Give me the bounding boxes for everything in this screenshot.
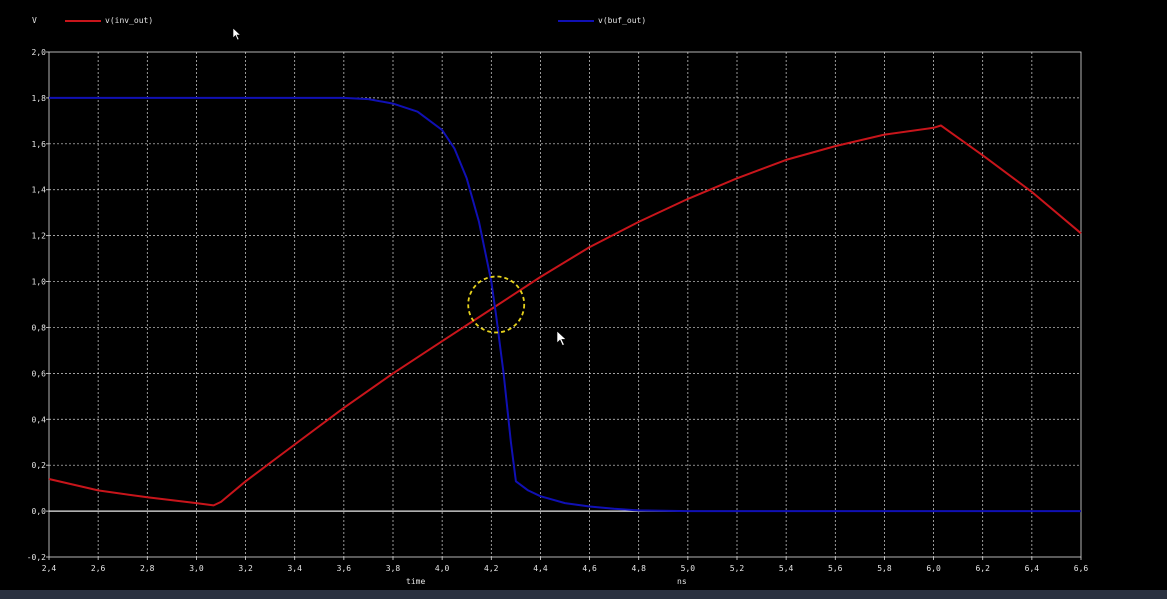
x-tick-label: 4,0 xyxy=(435,564,450,573)
legend-label-buf-out: v(buf_out) xyxy=(598,16,646,25)
y-tick-label: 0,2 xyxy=(32,461,47,470)
x-tick-label: 5,8 xyxy=(877,564,892,573)
x-tick-label: 6,6 xyxy=(1074,564,1089,573)
x-tick-label: 4,6 xyxy=(582,564,597,573)
highlight-circle xyxy=(467,275,526,334)
y-tick-label: 1,6 xyxy=(32,140,47,149)
y-tick-label: 0,6 xyxy=(32,369,47,378)
x-tick-label: 2,4 xyxy=(42,564,57,573)
legend-label-inv-out: v(inv_out) xyxy=(105,16,153,25)
x-tick-label: 4,8 xyxy=(631,564,646,573)
series xyxy=(48,96,1082,513)
bottom-bar xyxy=(0,590,1167,599)
x-tick-label: 4,2 xyxy=(484,564,499,573)
x-tick-label: 2,8 xyxy=(140,564,155,573)
series-line-v-inv-out xyxy=(48,124,1082,507)
legend: V v(inv_out) v(buf_out) xyxy=(32,16,646,25)
x-tick-label: 6,2 xyxy=(975,564,990,573)
y-tick-label: 0,0 xyxy=(32,507,47,516)
x-tick-label: 3,4 xyxy=(287,564,302,573)
x-tick-label: 3,8 xyxy=(386,564,401,573)
mouse-cursor-icon xyxy=(556,330,567,346)
y-tick-label: 0,4 xyxy=(32,415,47,424)
mouse-cursor-icon xyxy=(232,27,242,41)
y-tick-label: 1,2 xyxy=(32,232,47,241)
x-tick-label: 3,6 xyxy=(337,564,352,573)
plot-frame xyxy=(48,51,1082,558)
x-tick-label: 5,6 xyxy=(828,564,843,573)
legend-unit: V xyxy=(32,16,37,25)
waveform-plot: V v(inv_out) v(buf_out) 2,4 2,6 2,8 3,0 3,2 3… xyxy=(27,16,1089,586)
y-tick-label: 2,0 xyxy=(32,48,47,57)
x-axis-label: time xyxy=(406,577,425,586)
tick-labels: 2,4 2,6 2,8 3,0 3,2 3,4 3,6 3,8 4,0 4,2 4,4 4,6 4,8 5… xyxy=(27,48,1089,573)
y-tick-label: 1,0 xyxy=(32,278,47,287)
annotations xyxy=(467,275,526,334)
x-tick-label: 4,4 xyxy=(533,564,548,573)
x-tick-label: 3,2 xyxy=(238,564,253,573)
x-tick-label: 5,0 xyxy=(681,564,696,573)
series-line-v-buf-out xyxy=(49,96,1081,513)
x-tick-label: 3,0 xyxy=(189,564,204,573)
x-tick-label: 5,2 xyxy=(730,564,745,573)
y-tick-label: 0,8 xyxy=(32,323,47,332)
y-tick-label: 1,4 xyxy=(32,186,47,195)
x-axis-unit: ns xyxy=(677,577,687,586)
x-tick-label: 2,6 xyxy=(91,564,106,573)
x-tick-label: 5,4 xyxy=(779,564,794,573)
x-tick-label: 6,0 xyxy=(926,564,941,573)
x-tick-label: 6,4 xyxy=(1025,564,1040,573)
y-tick-label: 1,8 xyxy=(32,94,47,103)
y-tick-label: -0,2 xyxy=(27,553,46,562)
